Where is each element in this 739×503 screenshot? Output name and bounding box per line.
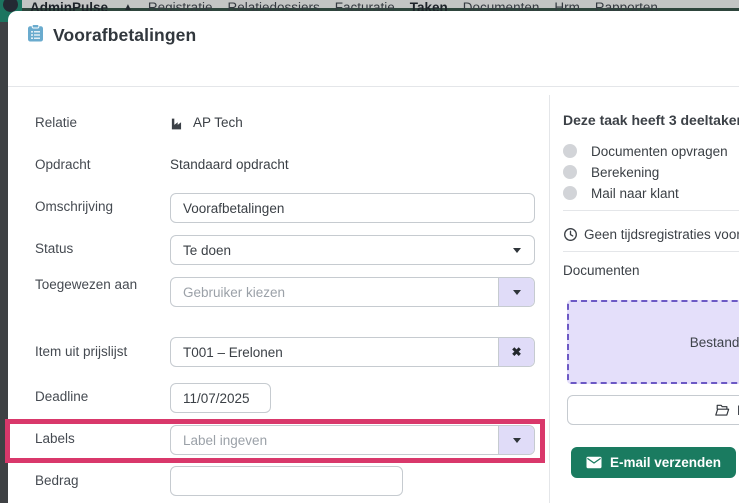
prijslijst-combo: ✖ <box>170 337 535 367</box>
envelope-icon <box>586 456 602 469</box>
subtask-row[interactable]: Documenten opvragen <box>563 142 728 160</box>
relatie-value: AP Tech <box>170 114 243 132</box>
toegewezen-combo <box>170 277 535 307</box>
prijslijst-clear-button[interactable]: ✖ <box>498 338 534 366</box>
labels-combo <box>170 425 535 455</box>
labels-label: Labels <box>35 430 157 448</box>
side-divider <box>563 210 739 211</box>
choose-files-button[interactable]: Kies bestanden <box>567 395 739 425</box>
subtask-row[interactable]: Berekening <box>563 163 659 181</box>
company-factory-icon <box>170 116 185 131</box>
task-detail-modal: Voorafbetalingen Relatie AP Tech Opdrach… <box>8 11 739 503</box>
status-label: Status <box>35 240 157 258</box>
top-navigation-bar: AdminPulse ▲ Registratie Relatiedossiers… <box>0 0 739 11</box>
opdracht-value: Standaard opdracht <box>170 156 289 174</box>
relatie-label: Relatie <box>35 114 157 132</box>
subtask-row[interactable]: Mail naar klant <box>563 184 679 202</box>
nav-item-relatiedossiers[interactable]: Relatiedossiers <box>227 1 319 11</box>
omschrijving-input[interactable] <box>171 194 534 222</box>
side-divider <box>563 251 739 252</box>
chevron-down-icon <box>513 290 521 295</box>
toegewezen-input[interactable] <box>171 278 498 306</box>
nav-item-hrm[interactable]: Hrm <box>554 1 580 11</box>
nav-item-rapporten[interactable]: Rapporten <box>595 1 658 11</box>
chevron-down-icon <box>513 438 521 443</box>
subtasks-heading: Deze taak heeft 3 deeltaken <box>563 112 739 128</box>
omschrijving-field-wrap <box>170 193 535 223</box>
status-select[interactable] <box>170 235 535 265</box>
opdracht-label: Opdracht <box>35 156 157 174</box>
time-registration-row: Geen tijdsregistraties voor deze taak <box>563 227 739 242</box>
header-divider <box>8 86 739 87</box>
column-divider <box>549 95 550 503</box>
deadline-label: Deadline <box>35 388 157 406</box>
subtask-status-circle-icon[interactable] <box>563 165 577 179</box>
clock-icon <box>563 227 578 242</box>
deadline-input[interactable] <box>171 384 270 412</box>
folder-open-icon <box>714 403 730 417</box>
clipboard-task-icon <box>27 24 44 42</box>
prijslijst-input[interactable] <box>171 338 498 366</box>
send-email-button[interactable]: E-mail verzenden <box>571 447 736 478</box>
prijslijst-label: Item uit prijslijst <box>35 343 157 361</box>
org-arrow-icon[interactable]: ▲ <box>123 1 133 11</box>
toegewezen-label: Toegewezen aan <box>35 276 157 294</box>
modal-title: Voorafbetalingen <box>53 25 196 46</box>
subtask-status-circle-icon[interactable] <box>563 186 577 200</box>
subtask-status-circle-icon[interactable] <box>563 144 577 158</box>
nav-item-documenten[interactable]: Documenten <box>463 1 540 11</box>
deadline-field-wrap <box>170 383 271 413</box>
file-dropzone[interactable]: Bestanden hierheen slepen <box>567 300 739 384</box>
labels-dropdown-button[interactable] <box>498 426 534 454</box>
bedrag-field-wrap <box>170 466 403 496</box>
toegewezen-dropdown-button[interactable] <box>498 278 534 306</box>
close-x-icon: ✖ <box>511 346 521 358</box>
nav-item-registratie[interactable]: Registratie <box>148 1 213 11</box>
labels-input[interactable] <box>171 426 498 454</box>
bedrag-input[interactable] <box>171 467 402 495</box>
brand-logo-text[interactable]: AdminPulse <box>30 1 108 11</box>
documents-label: Documenten <box>563 263 640 278</box>
nav-item-taken[interactable]: Taken <box>410 1 448 11</box>
chevron-down-icon <box>513 248 521 253</box>
status-input[interactable] <box>171 236 534 264</box>
bedrag-label: Bedrag <box>35 472 157 490</box>
nav-item-facturatie[interactable]: Facturatie <box>335 1 395 11</box>
omschrijving-label: Omschrijving <box>35 198 157 216</box>
